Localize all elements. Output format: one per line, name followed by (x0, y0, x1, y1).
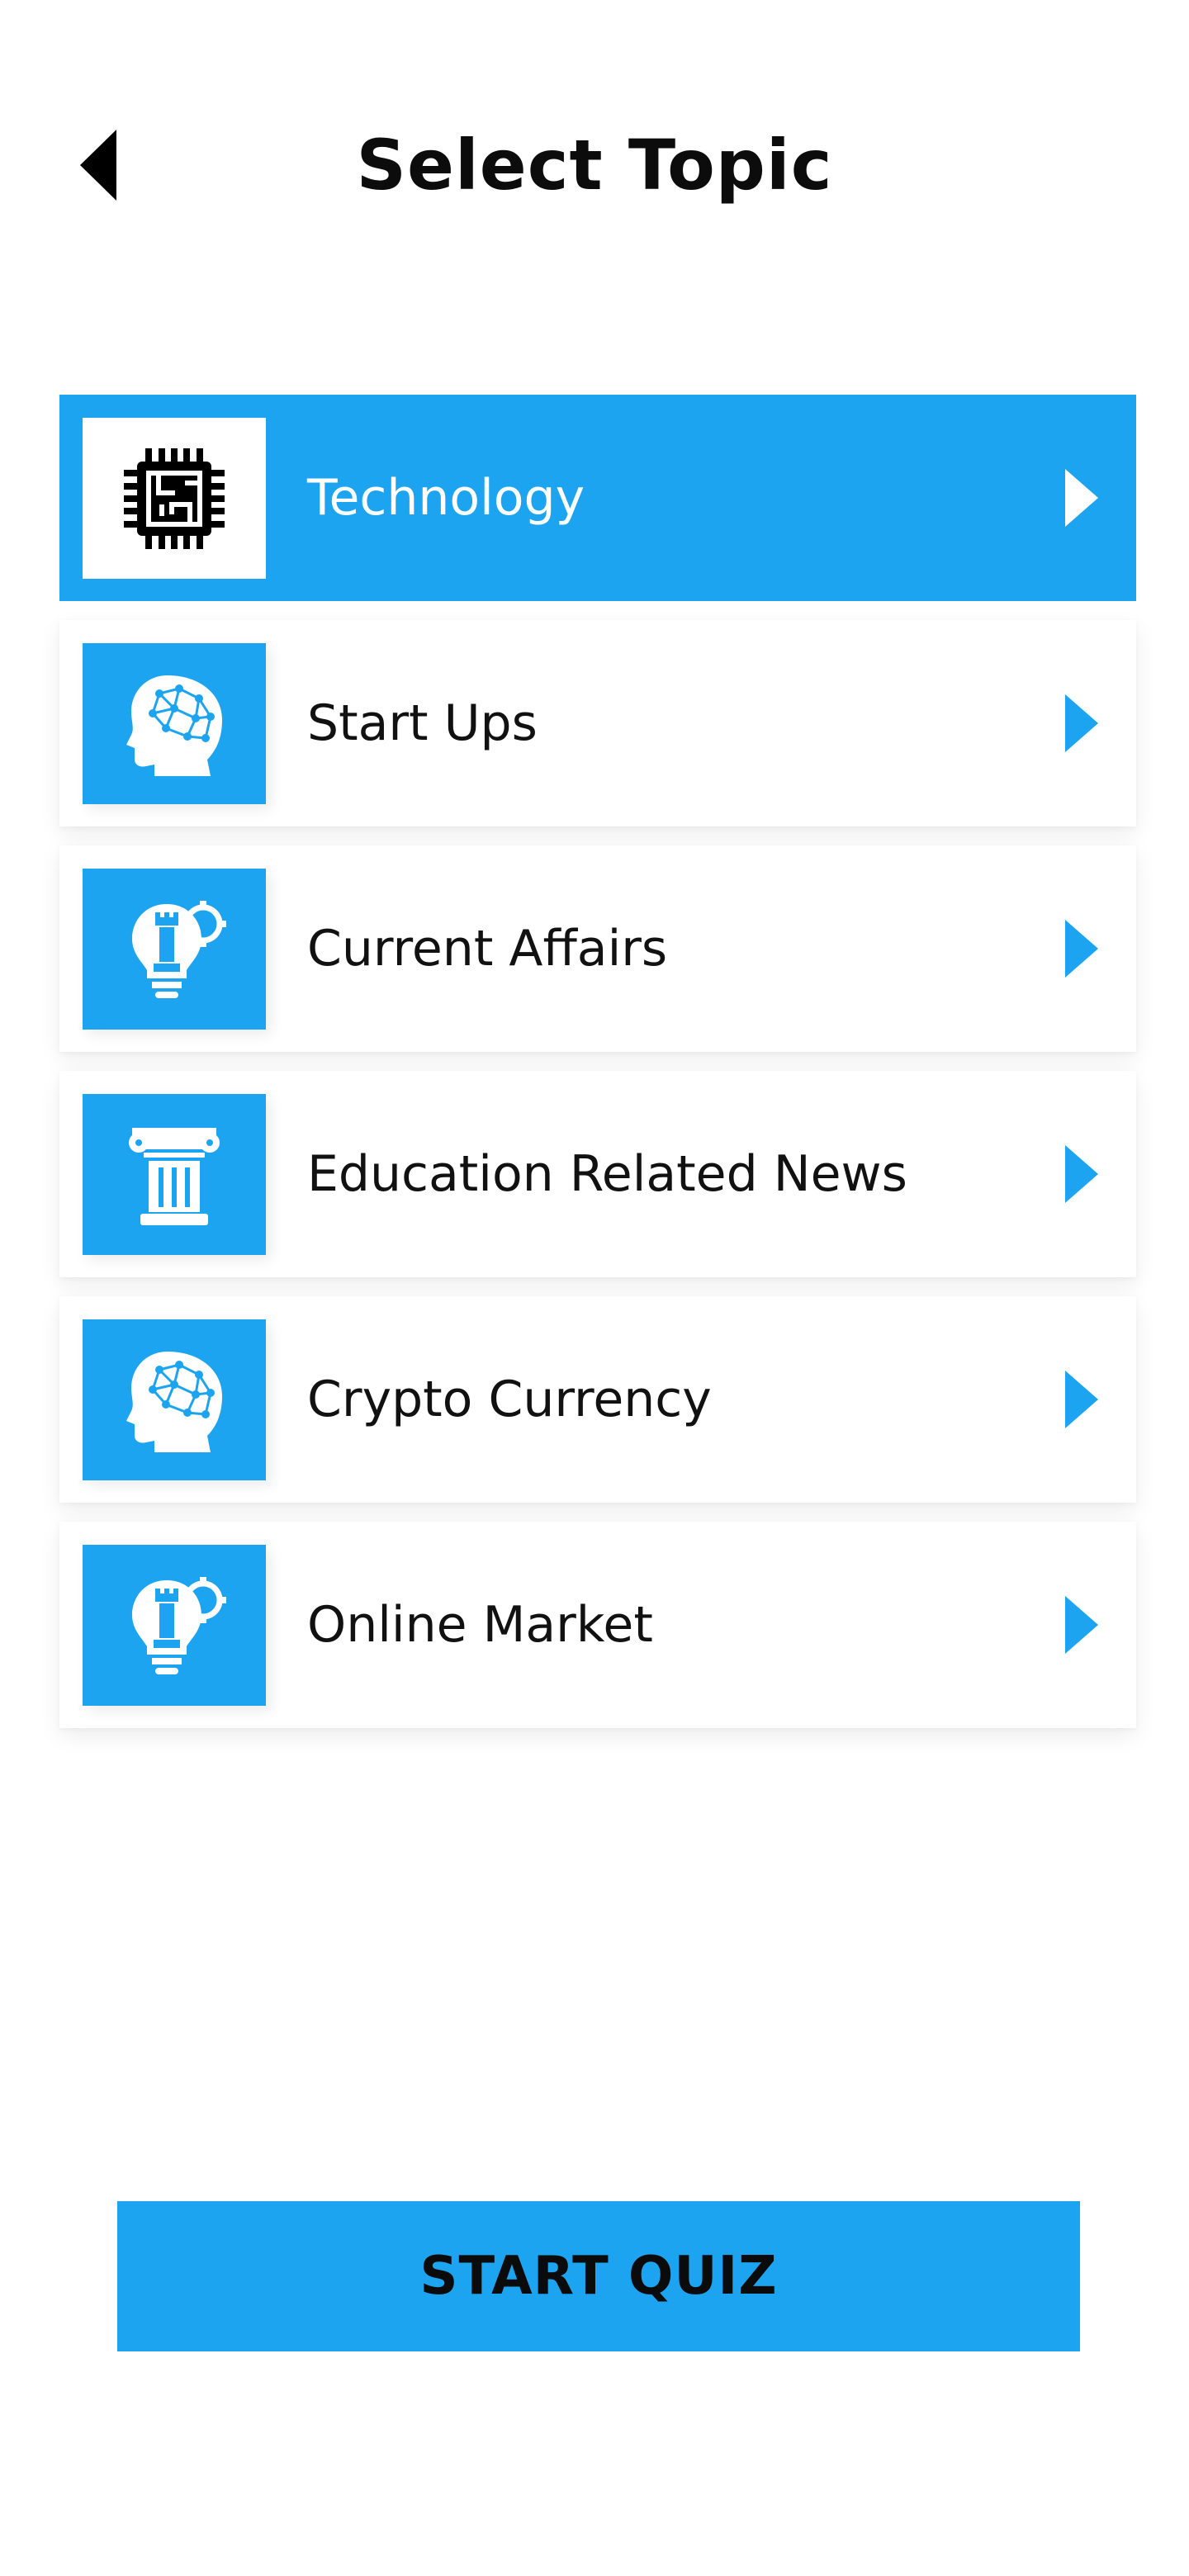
topic-icon-box (83, 1545, 266, 1706)
chevron-right-icon (1060, 1144, 1101, 1205)
topic-label: Crypto Currency (307, 1371, 712, 1428)
brain-head-icon (126, 675, 222, 776)
topic-icon-box (83, 1319, 266, 1480)
topic-label: Technology (307, 469, 585, 527)
topic-icon-box (83, 869, 266, 1030)
topic-icon-box (83, 643, 266, 804)
topic-item-crypto-currency[interactable]: Crypto Currency (59, 1296, 1136, 1503)
topic-item-online-market[interactable]: Online Market (59, 1522, 1136, 1728)
chevron-right-icon (1060, 467, 1101, 528)
topic-label: Current Affairs (307, 920, 668, 978)
topic-icon-box (83, 418, 266, 579)
topic-icon-box (83, 1094, 266, 1255)
lightbulb-strategy-icon (132, 900, 226, 998)
lightbulb-strategy-icon (132, 1576, 226, 1674)
topic-item-education-related-news[interactable]: Education Related News (59, 1071, 1136, 1277)
header: Select Topic (0, 0, 1189, 330)
chevron-right-icon (1060, 1594, 1101, 1655)
start-quiz-button[interactable]: START QUIZ (117, 2201, 1080, 2351)
cpu-chip-icon (124, 447, 225, 549)
topic-item-technology[interactable]: Technology (59, 395, 1136, 601)
topic-label: Online Market (307, 1596, 653, 1654)
page-title: Select Topic (356, 125, 833, 206)
brain-head-icon (126, 1351, 222, 1452)
chevron-right-icon (1060, 693, 1101, 754)
chevron-right-icon (1060, 918, 1101, 979)
topic-item-start-ups[interactable]: Start Ups (59, 620, 1136, 826)
column-pillar-icon (129, 1127, 220, 1225)
topic-list: Technology Start Ups Current Affairs Edu… (59, 395, 1136, 1747)
topic-label: Education Related News (307, 1145, 907, 1203)
chevron-right-icon (1060, 1369, 1101, 1430)
topic-label: Start Ups (307, 694, 538, 752)
topic-item-current-affairs[interactable]: Current Affairs (59, 845, 1136, 1052)
